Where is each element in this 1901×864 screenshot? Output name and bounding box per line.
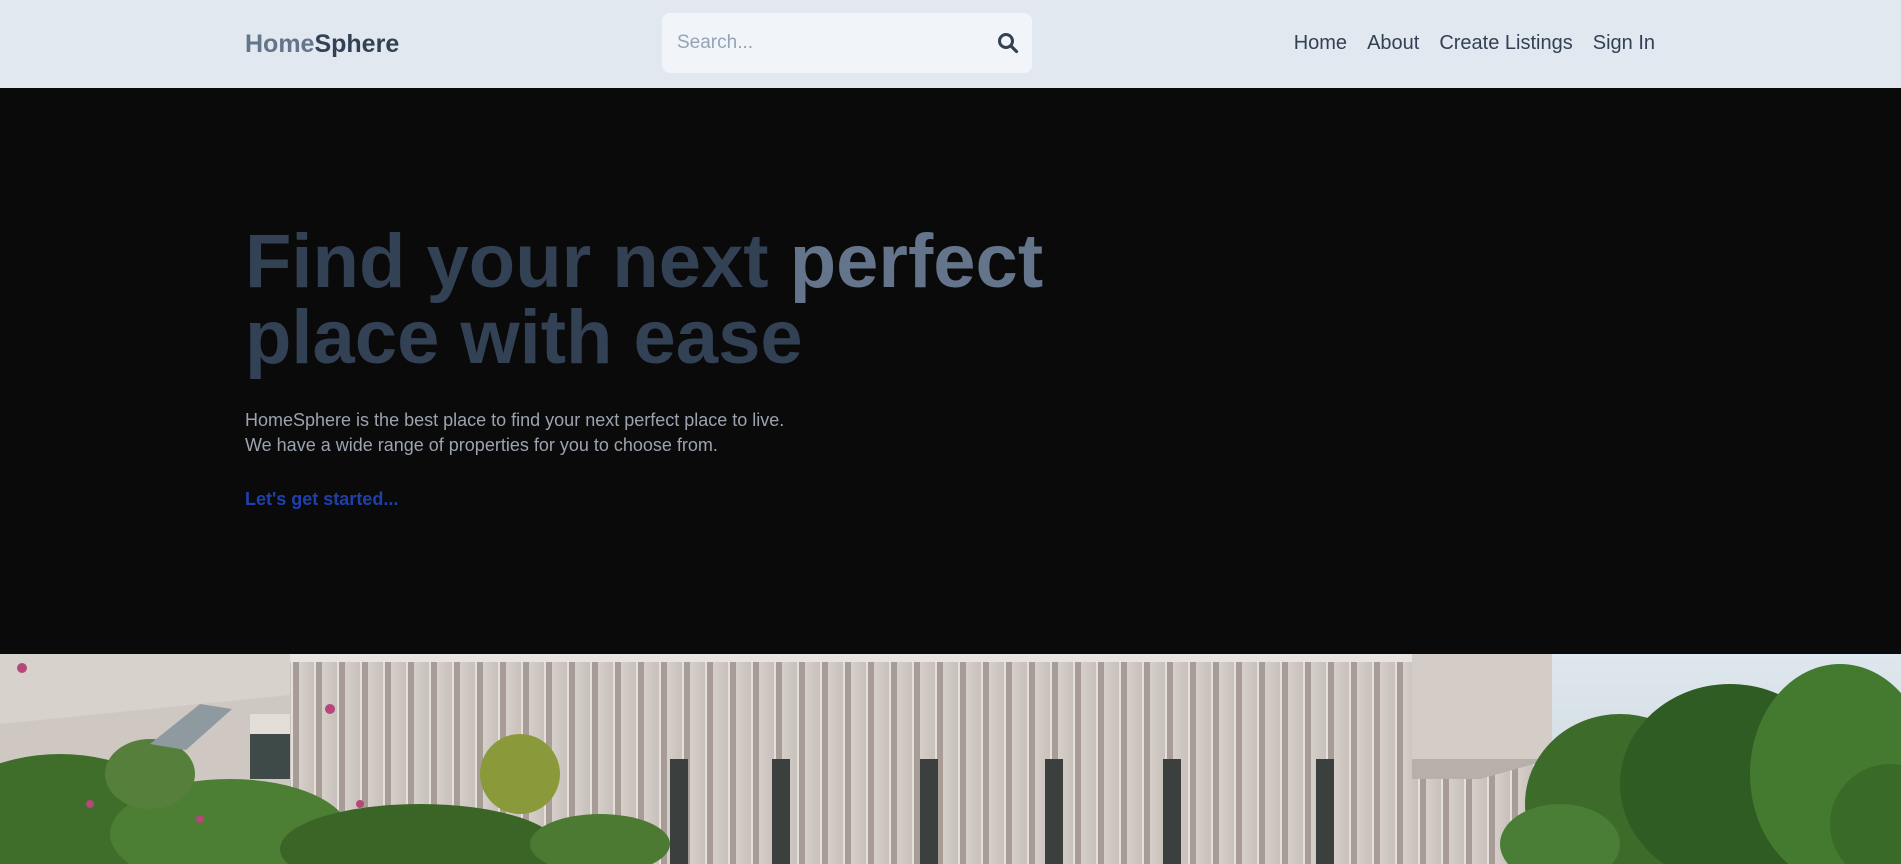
hero-headline-part1: Find your next: [245, 219, 790, 304]
site-header: HomeSphere Home About Create Listings Si…: [0, 0, 1901, 88]
hero-headline: Find your next perfect place with ease: [245, 224, 1145, 376]
hero-headline-accent: perfect: [789, 219, 1044, 304]
search-input[interactable]: [662, 13, 982, 73]
featured-house-image: [0, 654, 1901, 864]
nav-link-about[interactable]: About: [1367, 31, 1419, 55]
search-form: [662, 13, 1032, 73]
hero-description-line1: HomeSphere is the best place to find you…: [245, 410, 785, 430]
hero-headline-part2: place with ease: [245, 295, 803, 380]
house-illustration: [0, 654, 1901, 864]
brand-logo-part1: Home: [245, 30, 315, 58]
brand-logo[interactable]: HomeSphere: [245, 29, 399, 59]
main-nav: Home About Create Listings Sign In: [1294, 31, 1655, 55]
nav-link-sign-in[interactable]: Sign In: [1593, 31, 1655, 55]
nav-link-home[interactable]: Home: [1294, 31, 1347, 55]
get-started-link[interactable]: Let's get started...: [245, 489, 398, 510]
hero-description: HomeSphere is the best place to find you…: [245, 408, 784, 458]
nav-link-create-listings[interactable]: Create Listings: [1439, 31, 1572, 55]
brand-logo-part2: Sphere: [314, 30, 400, 58]
hero-section: Find your next perfect place with ease H…: [0, 88, 1901, 654]
search-icon[interactable]: [996, 31, 1020, 55]
hero-description-line2: We have a wide range of properties for y…: [245, 435, 718, 455]
